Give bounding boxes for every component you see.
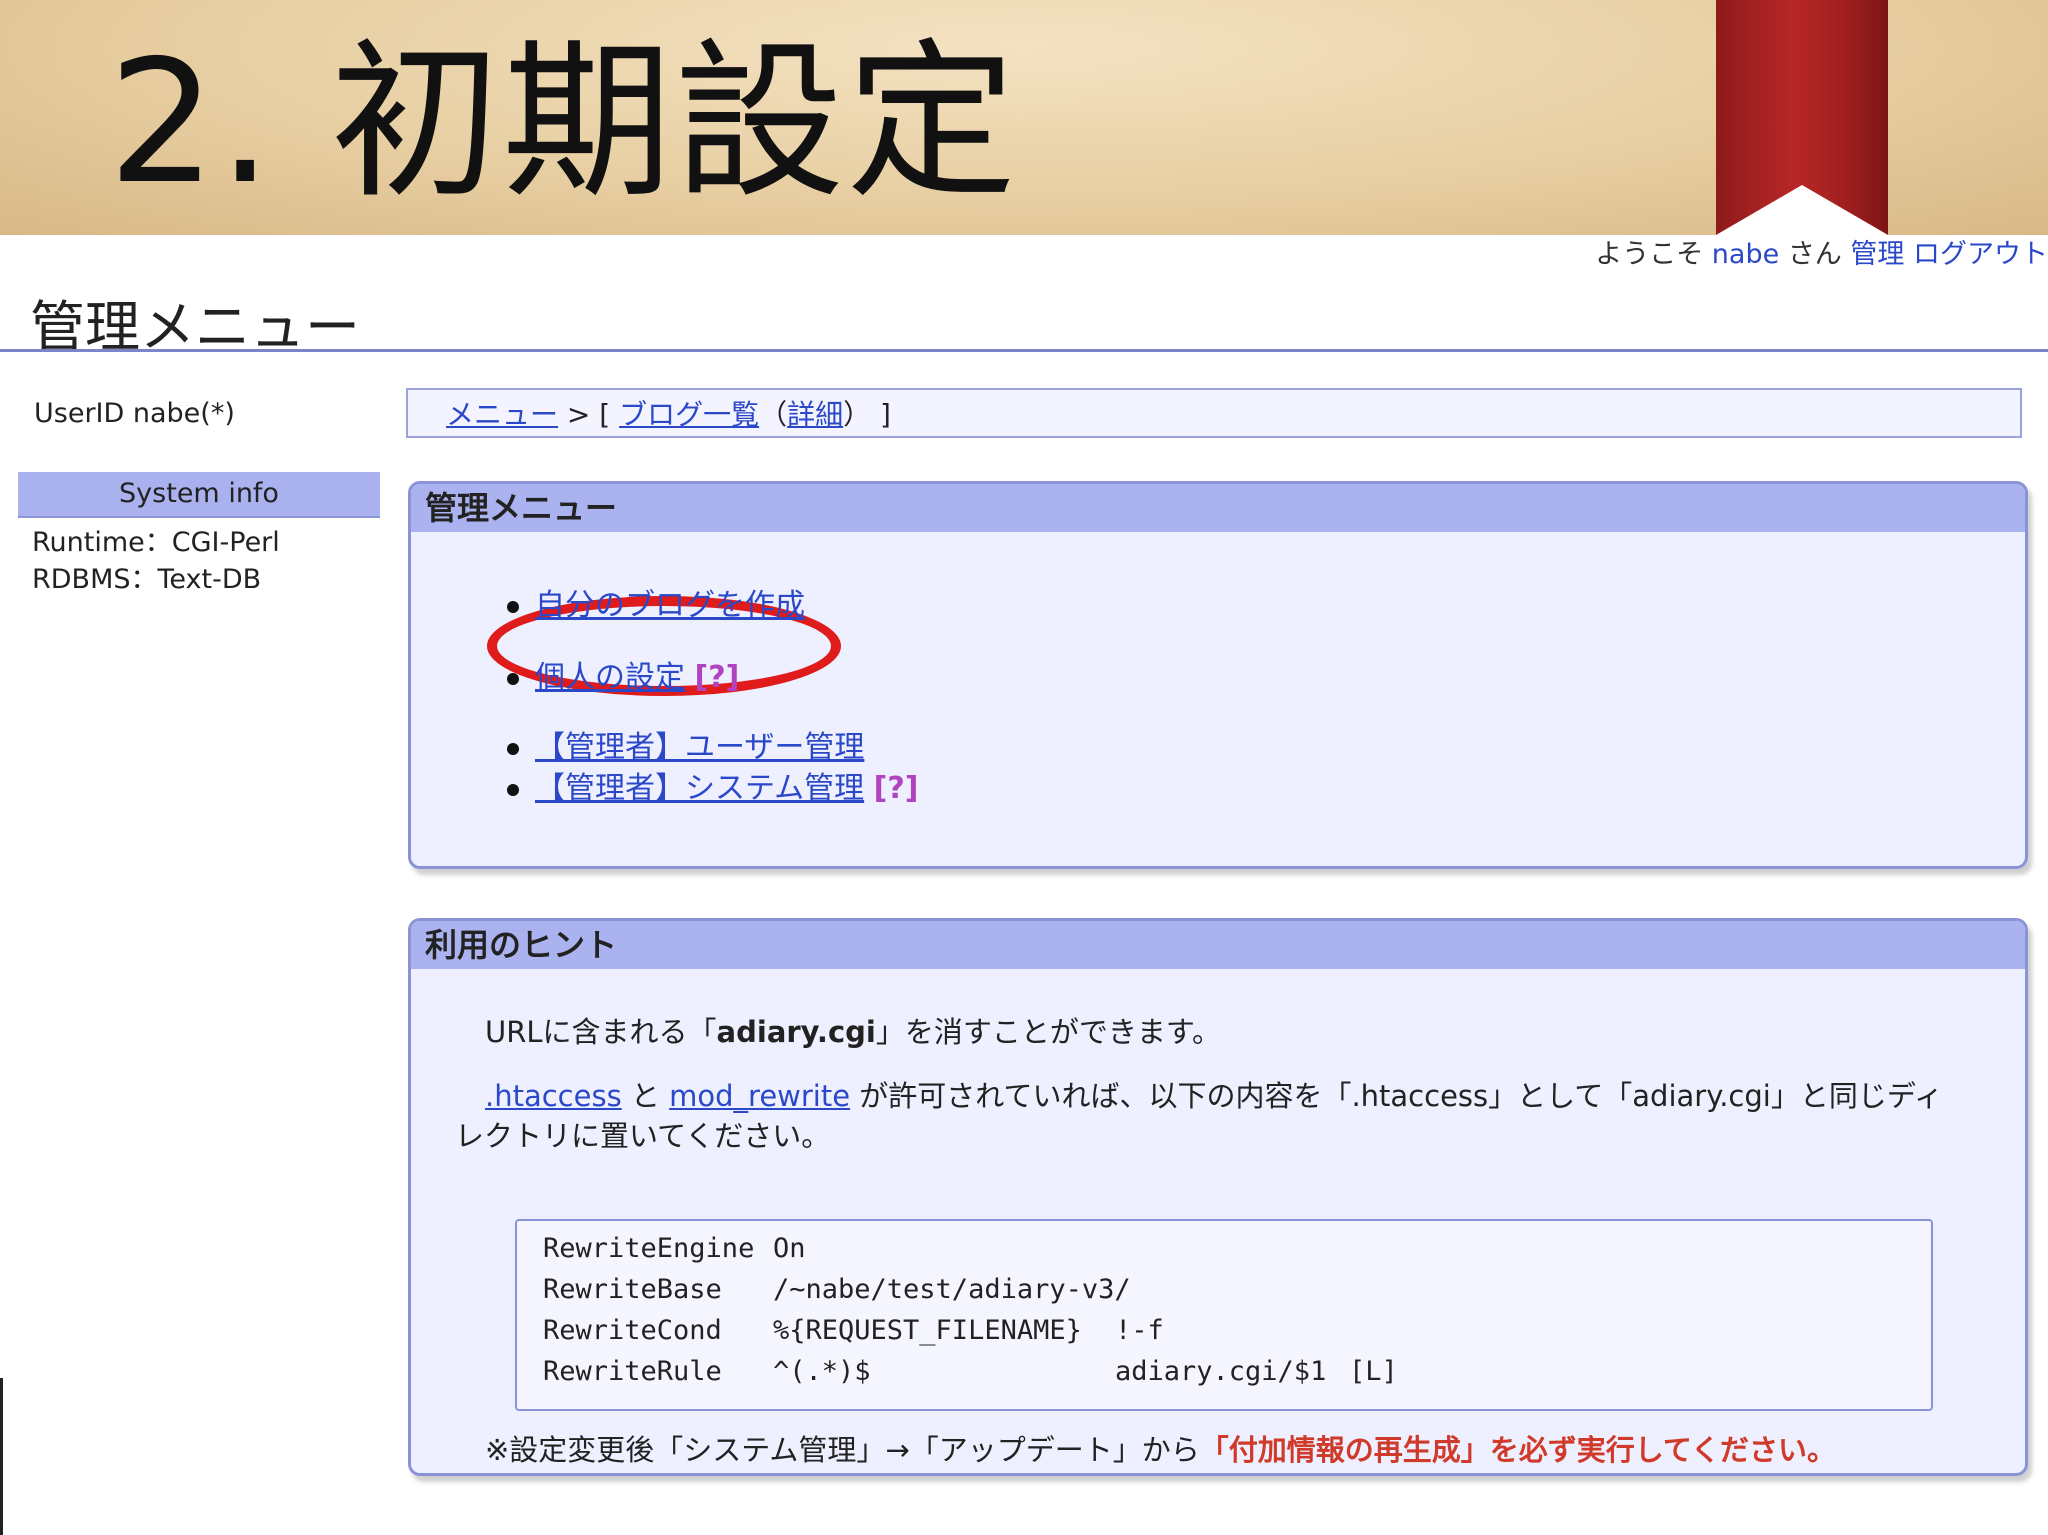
username-link[interactable]: nabe: [1712, 239, 1779, 270]
bullet: [507, 783, 519, 796]
hint-text: 」を消すことができます。: [875, 1015, 1221, 1049]
code-arg: adiary.cgi/$1: [1115, 1356, 1327, 1387]
code-arg: /~nabe/test/adiary-v3/: [773, 1274, 1131, 1305]
ribbon-notch: [1716, 185, 1888, 235]
htaccess-code-block: RewriteEngine On RewriteBase /~nabe/test…: [515, 1219, 1933, 1411]
bullet: [507, 672, 519, 685]
create-blog-link[interactable]: 自分のブログを作成: [535, 588, 805, 623]
hint-line-1: URLに含まれる「adiary.cgi」を消すことができます。: [485, 1009, 1221, 1051]
user-admin-link[interactable]: 【管理者】ユーザー管理: [535, 730, 864, 765]
code-directive: RewriteEngine: [543, 1233, 755, 1264]
heading-divider: [0, 349, 2048, 352]
window-edge: [0, 1378, 3, 1535]
hints-panel: 利用のヒント URLに含まれる「adiary.cgi」を消すことができます。 .…: [408, 918, 2028, 1476]
code-directive: RewriteRule: [543, 1356, 722, 1387]
code-arg: On: [773, 1233, 806, 1264]
code-arg: !-f: [1115, 1315, 1164, 1346]
bookmark-ribbon: [1716, 0, 1888, 235]
bullet: [507, 600, 519, 613]
welcome-text: ようこそ: [1595, 239, 1704, 270]
code-arg: %{REQUEST_FILENAME}: [773, 1315, 1082, 1346]
logout-link[interactable]: ログアウト: [1913, 239, 2048, 270]
menu-item-system-admin: 【管理者】システム管理 [?]: [507, 763, 918, 807]
breadcrumb: メニュー > [ ブログ一覧（詳細） ]: [406, 388, 2022, 438]
slide-title: 2. 初期設定: [108, 24, 1019, 222]
menu-item-create-blog: 自分のブログを作成: [507, 580, 805, 624]
mod-rewrite-link[interactable]: mod_rewrite: [669, 1079, 850, 1113]
honorific-text: さん: [1787, 239, 1842, 270]
userid-label: UserID nabe(*): [34, 398, 235, 429]
hint-line-2: .htaccess と mod_rewrite が許可されていれば、以下の内容を…: [485, 1073, 1943, 1115]
breadcrumb-menu-link[interactable]: メニュー: [446, 398, 558, 431]
hint-cgi-name: adiary.cgi: [716, 1015, 876, 1049]
bullet: [507, 742, 519, 755]
menu-item-personal-settings: 個人の設定 [?]: [507, 652, 739, 696]
hints-title: 利用のヒント: [411, 921, 2025, 969]
system-admin-link[interactable]: 【管理者】システム管理: [535, 771, 864, 806]
note-text: ※設定変更後「システム管理」→「アップデート」から: [485, 1433, 1200, 1467]
code-arg: ^(.*)$: [773, 1356, 871, 1387]
runtime-info: Runtime：CGI-Perl: [32, 527, 280, 558]
rdbms-info: RDBMS：Text-DB: [32, 564, 262, 595]
system-info-body: Runtime：CGI-Perl RDBMS：Text-DB: [32, 524, 280, 598]
code-line: RewriteBase /~nabe/test/adiary-v3/: [543, 1270, 1131, 1310]
code-directive: RewriteBase: [543, 1274, 722, 1305]
hint-text: URLに含まれる「: [485, 1015, 717, 1049]
help-link[interactable]: [?]: [695, 660, 740, 695]
update-note: ※設定変更後「システム管理」→「アップデート」から「付加情報の再生成」を必ず実行…: [485, 1427, 1836, 1469]
personal-settings-link[interactable]: 個人の設定: [535, 660, 685, 695]
code-line: RewriteRule ^(.*)$ adiary.cgi/$1 [L]: [543, 1352, 1398, 1392]
breadcrumb-detail-link[interactable]: 詳細: [787, 398, 843, 431]
menu-item-user-admin: 【管理者】ユーザー管理: [507, 722, 864, 766]
hint-line-3: レクトリに置いてください。: [455, 1119, 831, 1153]
code-directive: RewriteCond: [543, 1315, 722, 1346]
system-info-header: System info: [18, 472, 380, 518]
hint-text: が許可されていれば、以下の内容を「.htaccess」として「adiary.cg…: [850, 1079, 1943, 1113]
help-link[interactable]: [?]: [874, 771, 919, 806]
code-line: RewriteEngine On: [543, 1229, 806, 1269]
user-topbar: ようこそ nabe さん 管理 ログアウト: [1595, 232, 2048, 271]
breadcrumb-close: ） ]: [843, 398, 891, 431]
breadcrumb-open-paren: （: [759, 398, 788, 431]
admin-menu-title: 管理メニュー: [411, 484, 2025, 532]
code-line: RewriteCond %{REQUEST_FILENAME} !-f: [543, 1311, 1164, 1351]
admin-link[interactable]: 管理: [1850, 239, 1904, 270]
admin-menu-panel: 管理メニュー 自分のブログを作成 個人の設定 [?] 【管理者】ユーザー管理 【…: [408, 481, 2028, 869]
code-flag: [L]: [1349, 1356, 1398, 1387]
breadcrumb-separator: > [: [558, 398, 620, 431]
slide-header: 2. 初期設定: [0, 0, 2048, 235]
breadcrumb-blog-list-link[interactable]: ブログ一覧: [619, 398, 759, 431]
hint-and: と: [621, 1079, 670, 1113]
note-warning: 「付加情報の再生成」を必ず実行してください。: [1199, 1433, 1836, 1467]
htaccess-link[interactable]: .htaccess: [485, 1079, 622, 1113]
